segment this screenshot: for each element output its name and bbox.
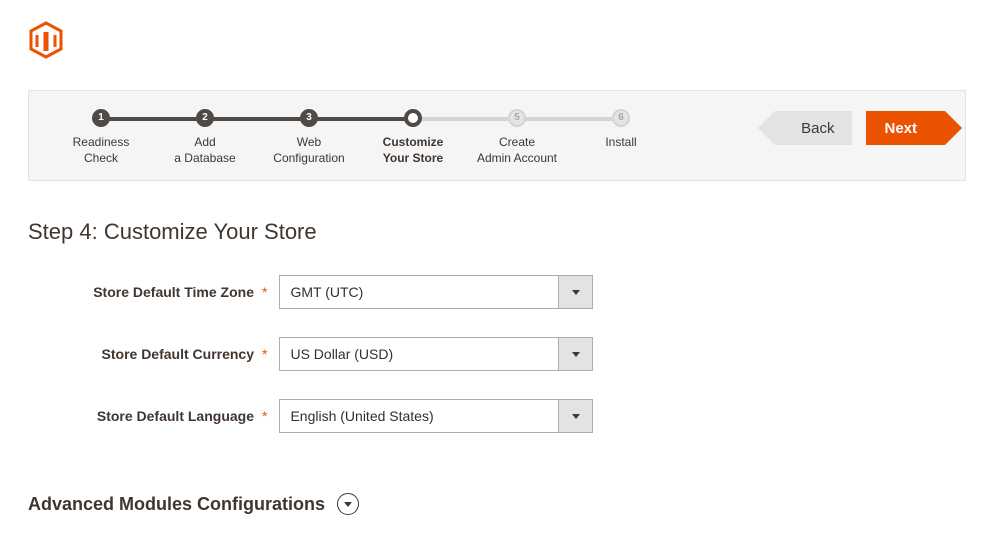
dropdown-arrow-icon[interactable] [559,337,593,371]
timezone-value[interactable]: GMT (UTC) [279,275,559,309]
back-button[interactable]: Back [775,111,852,145]
currency-select[interactable]: US Dollar (USD) [279,337,593,371]
currency-label: Store Default Currency [28,346,260,362]
step-badge-6: 6 [612,109,630,127]
expand-toggle-icon[interactable] [337,493,359,515]
step-label: Readiness Check [49,135,153,166]
step-label: Customize Your Store [361,135,465,166]
main-content: Step 4: Customize Your Store Store Defau… [28,219,966,515]
step-badge-5: 5 [508,109,526,127]
step-badge-3: 3 [300,109,318,127]
step-badge-4 [404,109,422,127]
step-label: Create Admin Account [465,135,569,166]
currency-row: Store Default Currency * US Dollar (USD) [28,337,966,371]
step-label: Add a Database [153,135,257,166]
language-row: Store Default Language * English (United… [28,399,966,433]
step-list: 1 Readiness Check 2 Add a Database 3 Web [49,109,673,166]
dropdown-arrow-icon[interactable] [559,399,593,433]
next-button[interactable]: Next [866,111,945,145]
step-connector-done [101,117,413,121]
step-badge-2: 2 [196,109,214,127]
required-marker: * [262,284,267,300]
advanced-modules-title: Advanced Modules Configurations [28,494,325,515]
timezone-label: Store Default Time Zone [28,284,260,300]
language-label: Store Default Language [28,408,260,424]
nav-buttons: Back Next [775,111,945,145]
step-label: Web Configuration [257,135,361,166]
required-marker: * [262,408,267,424]
wizard-stepper: 1 Readiness Check 2 Add a Database 3 Web [28,90,966,181]
dropdown-arrow-icon[interactable] [559,275,593,309]
advanced-modules-section: Advanced Modules Configurations [28,493,966,515]
step-label: Install [569,135,673,151]
page-title: Step 4: Customize Your Store [28,219,966,245]
step-badge-1: 1 [92,109,110,127]
currency-value[interactable]: US Dollar (USD) [279,337,559,371]
step-install: 6 Install [569,109,673,151]
timezone-select[interactable]: GMT (UTC) [279,275,593,309]
language-select[interactable]: English (United States) [279,399,593,433]
required-marker: * [262,346,267,362]
timezone-row: Store Default Time Zone * GMT (UTC) [28,275,966,309]
language-value[interactable]: English (United States) [279,399,559,433]
magento-logo [28,20,966,60]
